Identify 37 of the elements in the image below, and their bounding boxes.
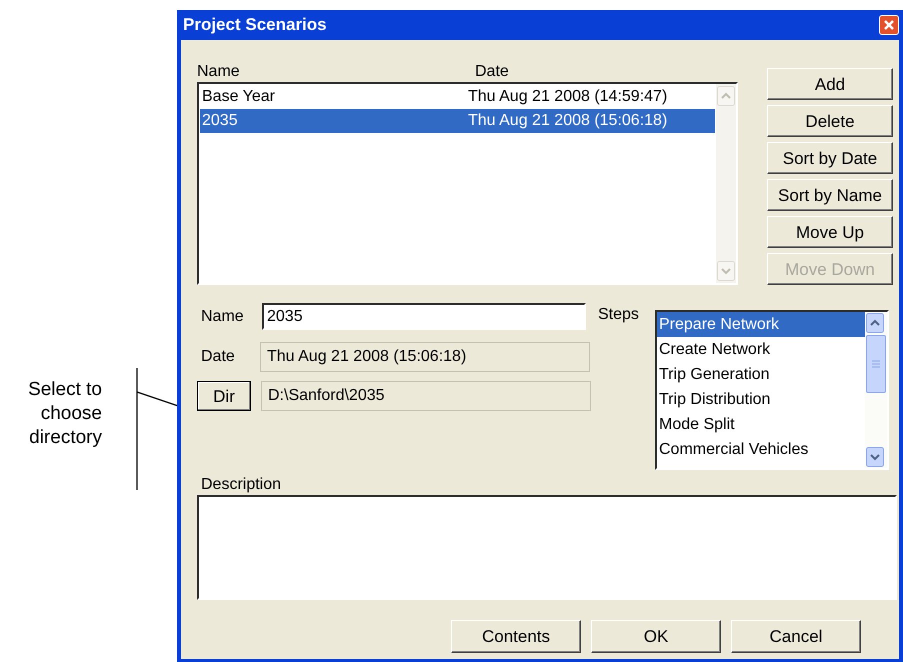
- list-item[interactable]: Prepare Network: [657, 312, 865, 337]
- side-button[interactable]: Add: [767, 68, 893, 100]
- side-button[interactable]: Move Up: [767, 216, 893, 248]
- grip-icon: [871, 360, 881, 368]
- list-item[interactable]: Commercial Vehicles: [657, 437, 865, 462]
- scenario-list[interactable]: Base Year Thu Aug 21 2008 (14:59:47) 2035 Thu Aug 21 2008 (15:06:18): [197, 82, 738, 285]
- description-field[interactable]: [197, 495, 897, 600]
- field-label: Description: [201, 475, 282, 495]
- list-item[interactable]: Trip Distribution: [657, 387, 865, 412]
- side-button[interactable]: Sort by Date: [767, 142, 893, 174]
- directory-field: D:\Sanford\2035: [261, 381, 591, 411]
- side-button[interactable]: Delete: [767, 105, 893, 137]
- list-row[interactable]: 2035 Thu Aug 21 2008 (15:06:18): [200, 109, 715, 133]
- dialog-button[interactable]: Cancel: [731, 620, 861, 653]
- dialog-button[interactable]: OK: [591, 620, 721, 653]
- dialog-button[interactable]: Contents: [451, 620, 581, 653]
- scroll-up-icon[interactable]: [866, 313, 884, 333]
- side-button[interactable]: Sort by Name: [767, 179, 893, 211]
- annotation-text: Select to choose directory: [27, 378, 102, 450]
- field-label: Name: [201, 306, 245, 326]
- dir-button[interactable]: Dir: [197, 381, 251, 411]
- list-row[interactable]: Base Year Thu Aug 21 2008 (14:59:47): [200, 85, 715, 109]
- scroll-thumb[interactable]: [866, 335, 886, 393]
- field-label: Date: [201, 347, 236, 367]
- column-header: Name: [197, 62, 241, 82]
- list-item[interactable]: Trip Generation: [657, 362, 865, 387]
- column-header: Date: [475, 62, 509, 82]
- date-field: Thu Aug 21 2008 (15:06:18): [260, 342, 590, 372]
- field-label: Steps: [598, 305, 639, 325]
- close-button[interactable]: [879, 15, 899, 35]
- list-item[interactable]: Mode Split: [657, 412, 865, 437]
- steps-list[interactable]: Prepare Network Create Network Trip Generation Trip Distribution Mode Split Commercial Vehicles: [655, 310, 889, 470]
- list-item[interactable]: Create Network: [657, 337, 865, 362]
- window-title: Project Scenarios: [183, 14, 327, 36]
- close-icon: [882, 18, 896, 32]
- scroll-down-icon[interactable]: [866, 447, 884, 467]
- name-field[interactable]: 2035: [262, 303, 586, 330]
